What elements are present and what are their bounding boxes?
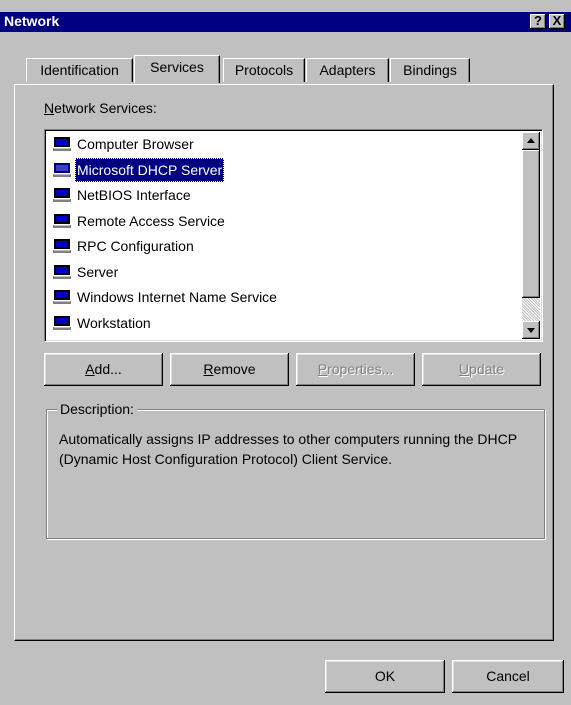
description-title: Description: <box>57 401 137 417</box>
network-service-icon <box>53 213 71 228</box>
update-button[interactable]: Update <box>422 353 541 386</box>
tab-bindings[interactable]: Bindings <box>390 58 470 82</box>
add-button[interactable]: Add... <box>44 353 163 386</box>
network-services-label: Network Services: <box>44 100 157 116</box>
window-title: Network <box>4 13 60 29</box>
tab-identification[interactable]: Identification <box>26 58 133 82</box>
scroll-thumb[interactable] <box>522 150 540 298</box>
help-icon: ? <box>534 13 542 28</box>
network-service-icon <box>53 137 71 151</box>
scroll-up-button[interactable] <box>522 132 540 150</box>
tab-protocols[interactable]: Protocols <box>223 58 305 82</box>
close-button[interactable]: X <box>549 14 565 29</box>
arrow-up-icon <box>527 138 535 143</box>
vertical-scrollbar[interactable] <box>522 132 540 339</box>
arrow-down-icon <box>527 328 535 333</box>
description-text: Automatically assigns IP addresses to ot… <box>59 431 517 467</box>
network-service-icon <box>53 315 71 330</box>
tab-services[interactable]: Services <box>134 55 220 83</box>
network-services-list[interactable]: Computer Browser Microsoft DHCP Server Net… <box>44 129 543 342</box>
network-service-icon <box>53 188 71 202</box>
cancel-button[interactable]: Cancel <box>452 660 564 693</box>
network-service-icon <box>53 264 71 279</box>
tab-adapters[interactable]: Adapters <box>306 58 389 82</box>
network-dialog: Network ? X Identification Services Prot… <box>0 0 571 705</box>
close-icon: X <box>552 13 562 28</box>
scroll-down-button[interactable] <box>522 321 540 339</box>
help-button[interactable]: ? <box>530 14 546 29</box>
network-service-icon <box>53 162 71 177</box>
remove-button[interactable]: Remove <box>170 353 289 386</box>
title-bar[interactable]: Network ? X <box>0 12 571 32</box>
network-service-icon <box>53 239 71 253</box>
properties-button[interactable]: Properties... <box>296 353 415 386</box>
description-group: Description: Automatically assigns IP ad… <box>46 401 545 539</box>
ok-button[interactable]: OK <box>325 660 445 693</box>
network-service-icon <box>53 290 71 304</box>
